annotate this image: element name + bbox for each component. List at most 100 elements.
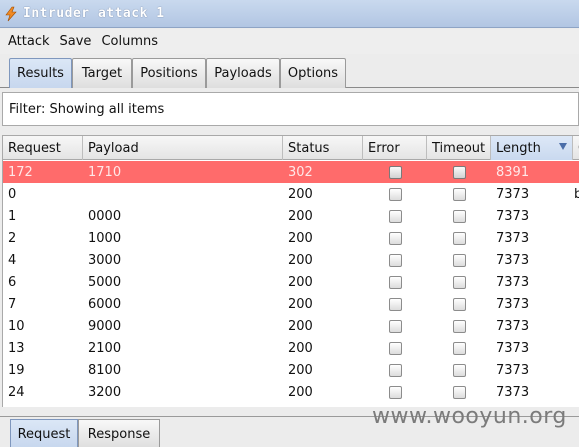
cell-request: 24	[8, 384, 25, 400]
table-row[interactable]: 19 8100 200 7373	[3, 359, 579, 381]
error-checkbox[interactable]	[389, 210, 402, 223]
menu-attack[interactable]: Attack	[3, 34, 55, 49]
cell-request: 1	[8, 208, 17, 224]
cell-status: 200	[288, 362, 313, 378]
timeout-checkbox[interactable]	[453, 386, 466, 399]
cell-length: 7373	[496, 384, 530, 400]
timeout-checkbox[interactable]	[453, 188, 466, 201]
tab-positions[interactable]: Positions	[132, 58, 206, 88]
table-row[interactable]: 1 0000 200 7373	[3, 205, 579, 227]
table-row[interactable]: 13 2100 200 7373	[3, 337, 579, 359]
table-row[interactable]: 10 9000 200 7373	[3, 315, 579, 337]
tab-bar: Results Target Positions Payloads Option…	[0, 54, 579, 88]
cell-payload: 3200	[88, 384, 122, 400]
cell-request: 10	[8, 318, 25, 334]
cell-payload	[83, 183, 88, 205]
error-checkbox[interactable]	[389, 188, 402, 201]
cell-length: 7373	[496, 318, 530, 334]
error-checkbox[interactable]	[389, 166, 402, 179]
menu-columns[interactable]: Columns	[96, 34, 163, 49]
error-checkbox[interactable]	[389, 276, 402, 289]
table-row[interactable]: 24 3200 200 7373	[3, 381, 579, 403]
timeout-checkbox[interactable]	[453, 210, 466, 223]
column-header-payload[interactable]: Payload	[83, 136, 283, 160]
table-row[interactable]: 172 1710 302 8391	[3, 161, 579, 183]
tab-payloads[interactable]: Payloads	[206, 58, 280, 88]
cell-payload: 9000	[88, 318, 122, 334]
cell-status: 200	[288, 252, 313, 268]
cell-length: 7373	[496, 208, 530, 224]
cell-payload: 3000	[88, 252, 122, 268]
cell-status: 200	[288, 384, 313, 400]
window-title: Intruder attack 1	[23, 6, 165, 21]
error-checkbox[interactable]	[389, 232, 402, 245]
cell-length: 8391	[496, 164, 530, 180]
table-row[interactable]: 6 5000 200 7373	[3, 271, 579, 293]
cell-overflow: b	[574, 183, 579, 205]
menu-save[interactable]: Save	[55, 34, 97, 49]
cell-payload: 2100	[88, 340, 122, 356]
burp-lightning-icon	[2, 5, 20, 23]
table-row[interactable]: 4 3000 200 7373	[3, 249, 579, 271]
tab-target[interactable]: Target	[72, 58, 132, 88]
timeout-checkbox[interactable]	[453, 320, 466, 333]
cell-status: 200	[288, 340, 313, 356]
cell-length: 7373	[496, 296, 530, 312]
cell-status: 200	[288, 186, 313, 202]
tab-response[interactable]: Response	[78, 419, 160, 447]
cell-request: 0	[8, 186, 17, 202]
error-checkbox[interactable]	[389, 342, 402, 355]
table-row[interactable]: 2 1000 200 7373	[3, 227, 579, 249]
column-header-status[interactable]: Status	[283, 136, 363, 160]
error-checkbox[interactable]	[389, 298, 402, 311]
cell-request: 6	[8, 274, 17, 290]
table-row[interactable]: 7 6000 200 7373	[3, 293, 579, 315]
cell-payload: 6000	[88, 296, 122, 312]
column-header-request[interactable]: Request	[3, 136, 83, 160]
filter-bar[interactable]: Filter: Showing all items	[2, 92, 579, 126]
cell-payload: 1000	[88, 230, 122, 246]
sort-descending-icon	[559, 143, 567, 150]
column-header-length[interactable]: Length	[491, 136, 573, 160]
menu-bar: Attack Save Columns	[0, 29, 579, 54]
cell-request: 172	[8, 164, 33, 180]
error-checkbox[interactable]	[389, 320, 402, 333]
cell-payload: 8100	[88, 362, 122, 378]
column-header-length-label: Length	[496, 140, 541, 156]
error-checkbox[interactable]	[389, 364, 402, 377]
cell-status: 200	[288, 230, 313, 246]
watermark: www.wooyun.org	[372, 404, 567, 429]
cell-status: 200	[288, 208, 313, 224]
column-header-timeout[interactable]: Timeout	[427, 136, 491, 160]
cell-status: 200	[288, 296, 313, 312]
results-table: Request Payload Status Error Timeout Len…	[2, 135, 579, 407]
timeout-checkbox[interactable]	[453, 254, 466, 267]
cell-status: 200	[288, 274, 313, 290]
error-checkbox[interactable]	[389, 386, 402, 399]
timeout-checkbox[interactable]	[453, 298, 466, 311]
cell-length: 7373	[496, 186, 530, 202]
cell-request: 13	[8, 340, 25, 356]
cell-status: 200	[288, 318, 313, 334]
cell-length: 7373	[496, 362, 530, 378]
cell-request: 19	[8, 362, 25, 378]
column-header-overflow[interactable]: C	[573, 136, 579, 160]
column-header-error[interactable]: Error	[363, 136, 427, 160]
timeout-checkbox[interactable]	[453, 232, 466, 245]
cell-status: 302	[288, 164, 313, 180]
timeout-checkbox[interactable]	[453, 364, 466, 377]
timeout-checkbox[interactable]	[453, 342, 466, 355]
timeout-checkbox[interactable]	[453, 166, 466, 179]
cell-payload: 1710	[88, 164, 122, 180]
cell-length: 7373	[496, 274, 530, 290]
window-titlebar: Intruder attack 1	[0, 0, 579, 28]
error-checkbox[interactable]	[389, 254, 402, 267]
tab-request[interactable]: Request	[10, 419, 78, 447]
tab-options[interactable]: Options	[280, 58, 346, 88]
tab-results[interactable]: Results	[9, 58, 72, 88]
timeout-checkbox[interactable]	[453, 276, 466, 289]
table-header: Request Payload Status Error Timeout Len…	[3, 136, 579, 160]
cell-payload: 0000	[88, 208, 122, 224]
cell-request: 4	[8, 252, 17, 268]
table-row[interactable]: 0 200 7373 b	[3, 183, 579, 205]
